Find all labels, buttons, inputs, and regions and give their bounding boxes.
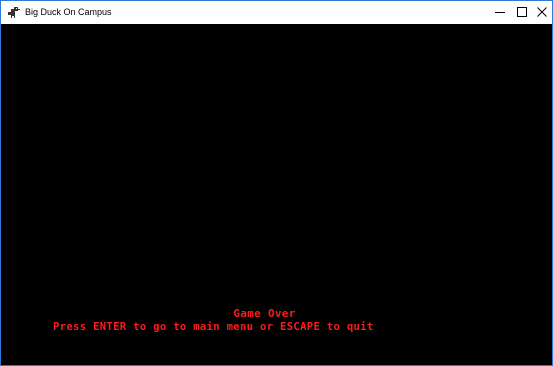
- maximize-icon: [517, 6, 527, 19]
- minimize-button[interactable]: [489, 1, 511, 24]
- game-window: Big Duck On Campus Game Over Press ENTER…: [0, 0, 553, 366]
- title-bar[interactable]: Big Duck On Campus: [1, 1, 552, 24]
- close-icon: [537, 6, 547, 19]
- close-button[interactable]: [531, 1, 552, 24]
- minimize-icon: [495, 7, 505, 19]
- maximize-button[interactable]: [511, 1, 533, 24]
- duck-app-icon: [8, 7, 20, 18]
- window-title: Big Duck On Campus: [25, 7, 112, 17]
- game-canvas[interactable]: Game Over Press ENTER to go to main menu…: [1, 24, 552, 365]
- return-prompt-text: Press ENTER to go to main menu or ESCAPE…: [53, 321, 374, 333]
- game-over-text: Game Over: [233, 307, 296, 320]
